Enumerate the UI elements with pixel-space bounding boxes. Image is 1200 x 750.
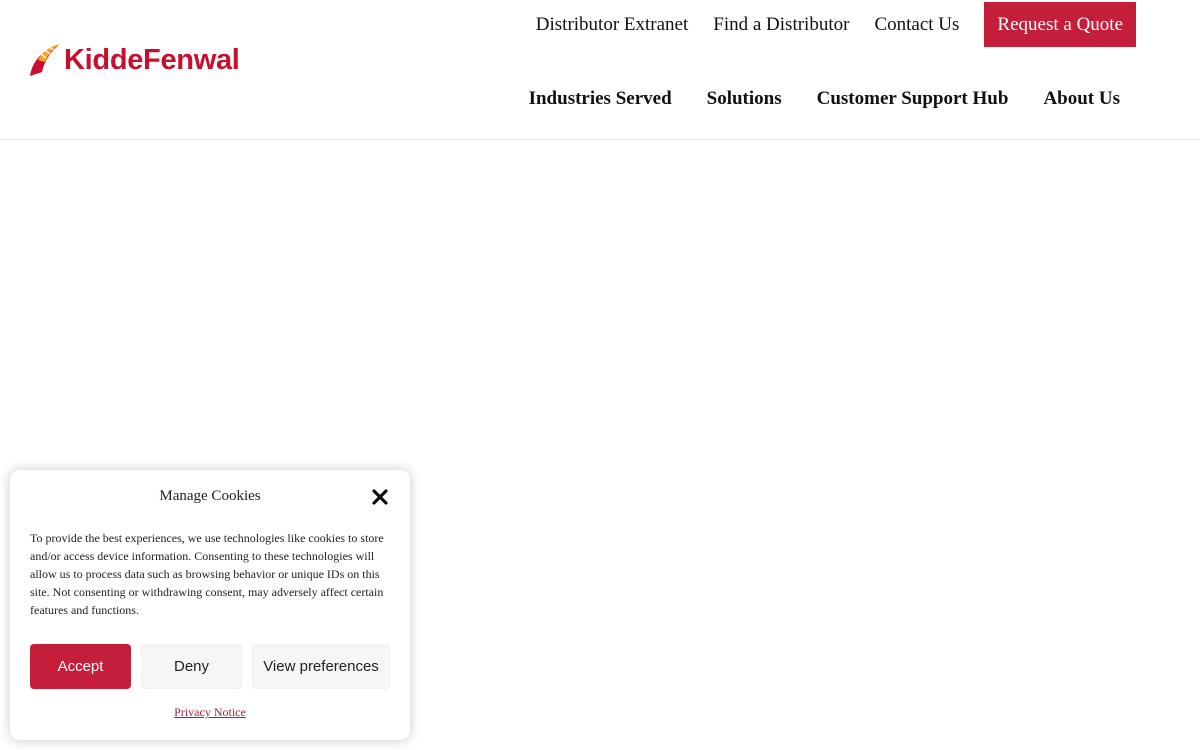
deny-button[interactable]: Deny: [141, 644, 242, 689]
main-nav-customer-support-hub[interactable]: Customer Support Hub: [817, 88, 1009, 110]
view-preferences-button[interactable]: View preferences: [252, 644, 390, 689]
top-nav-distributor-extranet[interactable]: Distributor Extranet: [536, 14, 689, 36]
logo-text: KiddeFenwal: [64, 43, 240, 76]
cookie-title: Manage Cookies: [159, 488, 261, 504]
flame-swoosh-icon: [30, 44, 60, 76]
top-nav-find-distributor[interactable]: Find a Distributor: [713, 14, 849, 36]
logo[interactable]: KiddeFenwal: [28, 40, 240, 80]
main-nav-solutions[interactable]: Solutions: [707, 88, 782, 110]
main-nav: Industries Served Solutions Customer Sup…: [494, 80, 1120, 118]
top-nav: Distributor Extranet Find a Distributor …: [511, 2, 1136, 47]
cookie-message: To provide the best experiences, we use …: [30, 531, 384, 617]
request-quote-button[interactable]: Request a Quote: [984, 2, 1136, 47]
site-header: KiddeFenwal Distributor Extranet Find a …: [0, 0, 1200, 140]
main-nav-about-us[interactable]: About Us: [1043, 88, 1120, 110]
close-icon[interactable]: [369, 486, 391, 508]
cookie-buttons: Accept Deny View preferences: [30, 644, 400, 689]
cookie-consent-modal: Manage Cookies To provide the best exper…: [10, 470, 410, 740]
privacy-notice-link[interactable]: Privacy Notice: [10, 705, 410, 720]
accept-button[interactable]: Accept: [30, 644, 131, 689]
main-nav-industries-served[interactable]: Industries Served: [529, 88, 672, 110]
top-nav-contact-us[interactable]: Contact Us: [874, 14, 959, 36]
